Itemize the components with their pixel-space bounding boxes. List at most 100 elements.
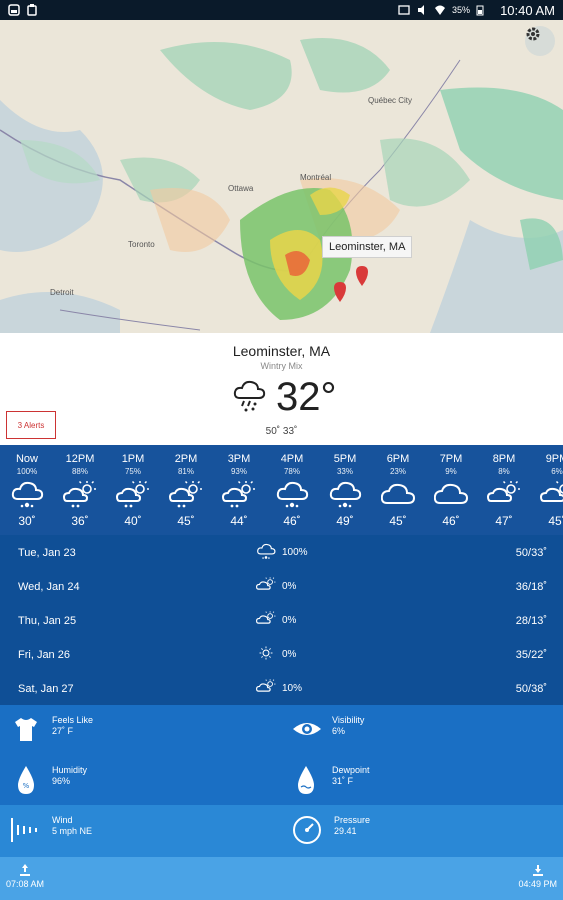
details-panel-secondary: Wind 5 mph NE Pressure 29.41 bbox=[0, 805, 563, 857]
hourly-temp: 36˚ bbox=[71, 514, 89, 528]
hourly-temp: 45˚ bbox=[548, 514, 563, 528]
settings-button[interactable] bbox=[525, 26, 555, 56]
daily-row[interactable]: Fri, Jan 26 0% 35/22˚ bbox=[0, 637, 563, 671]
hourly-temp: 47˚ bbox=[495, 514, 513, 528]
rain-cloud-icon bbox=[318, 478, 372, 510]
current-hilo: 50˚ 33˚ bbox=[265, 426, 298, 437]
hourly-forecast[interactable]: Now 100% 30˚ 12PM 88% 36˚ 1PM 75% 40˚ 2PM 81% 45˚ 3P… bbox=[0, 445, 563, 535]
hourly-temp: 46˚ bbox=[283, 514, 301, 528]
daily-row[interactable]: Sat, Jan 27 10% 50/38˚ bbox=[0, 671, 563, 705]
map-city-label: Ottawa bbox=[228, 184, 254, 193]
hourly-precip: 9% bbox=[445, 467, 457, 476]
gauge-icon bbox=[292, 815, 322, 847]
feels-like-value: 27˚ F bbox=[52, 726, 74, 736]
hourly-temp: 46˚ bbox=[442, 514, 460, 528]
svg-text:%: % bbox=[23, 782, 30, 790]
hourly-item: Now 100% 30˚ bbox=[0, 445, 54, 528]
current-temp-block: 32° bbox=[232, 375, 337, 420]
alerts-button[interactable]: 3 Alerts bbox=[6, 411, 56, 439]
map-city-label: Québec City bbox=[368, 96, 413, 105]
condition-text: Wintry Mix bbox=[260, 361, 303, 371]
humidity-drop-icon: % bbox=[16, 765, 36, 797]
pressure-value: 29.41 bbox=[334, 826, 357, 836]
sunset-item: 04:49 PM bbox=[518, 863, 557, 889]
wind-item: Wind 5 mph NE bbox=[10, 815, 92, 847]
map-city-label: Detroit bbox=[50, 288, 74, 297]
hourly-temp: 45˚ bbox=[389, 514, 407, 528]
visibility-item: Visibility 6% bbox=[292, 715, 364, 745]
hourly-item: 8PM 8% 47˚ bbox=[477, 445, 531, 528]
daily-row[interactable]: Tue, Jan 23 100% 50/33˚ bbox=[0, 535, 563, 569]
rain-cloud-icon bbox=[265, 478, 319, 510]
daily-date: Sat, Jan 27 bbox=[18, 683, 74, 695]
hourly-item: 5PM 33% 49˚ bbox=[318, 445, 372, 528]
daily-precip: 100% bbox=[282, 547, 308, 558]
wifi-icon bbox=[434, 4, 446, 16]
daily-precip: 0% bbox=[282, 649, 297, 660]
hourly-time: 8PM bbox=[492, 453, 516, 465]
hourly-time: 4PM bbox=[280, 453, 304, 465]
humidity-value: 96% bbox=[52, 776, 71, 786]
sun-times-bar: 07:08 AM 04:49 PM bbox=[0, 857, 563, 900]
partly-sunny-icon bbox=[255, 609, 276, 632]
hourly-precip: 8% bbox=[498, 467, 510, 476]
sunset-time: 04:49 PM bbox=[518, 879, 557, 889]
hourly-item: 2PM 81% 45˚ bbox=[159, 445, 213, 528]
wind-label: Wind bbox=[52, 815, 73, 825]
radar-map[interactable]: Québec City Montréal Ottawa Toronto Detr… bbox=[0, 20, 563, 333]
hourly-temp: 45˚ bbox=[177, 514, 195, 528]
daily-forecast: Tue, Jan 23 100% 50/33˚ Wed, Jan 24 0% 36/18˚… bbox=[0, 535, 563, 705]
wind-value: 5 mph NE bbox=[52, 826, 93, 836]
dewpoint-drop-icon bbox=[296, 765, 316, 797]
hourly-temp: 49˚ bbox=[336, 514, 354, 528]
notification-icon bbox=[8, 4, 20, 16]
hourly-time: 1PM bbox=[121, 453, 145, 465]
partly-sunny-icon bbox=[255, 575, 276, 598]
partly-sunny-rain-icon bbox=[212, 478, 266, 510]
feels-like-item: Feels Like 27˚ F bbox=[12, 715, 93, 745]
dewpoint-value: 31˚ F bbox=[332, 776, 354, 786]
daily-hilo: 50/38˚ bbox=[515, 683, 547, 695]
pressure-label: Pressure bbox=[334, 815, 371, 825]
daily-date: Fri, Jan 26 bbox=[18, 649, 70, 661]
dewpoint-label: Dewpoint bbox=[332, 765, 370, 775]
dewpoint-item: Dewpoint 31˚ F bbox=[296, 765, 370, 797]
daily-date: Wed, Jan 24 bbox=[18, 581, 80, 593]
hourly-item: 7PM 9% 46˚ bbox=[424, 445, 478, 528]
map-location-label[interactable]: Leominster, MA bbox=[322, 236, 413, 258]
hourly-precip: 81% bbox=[177, 467, 194, 476]
partly-sunny-icon bbox=[477, 478, 531, 510]
daily-hilo: 35/22˚ bbox=[515, 649, 547, 661]
status-bar: 35% 10:40 AM bbox=[0, 0, 563, 20]
hourly-precip: 75% bbox=[124, 467, 141, 476]
radar-map-graphic bbox=[0, 20, 563, 333]
rain-cloud-icon bbox=[0, 478, 54, 510]
battery-percent: 35% bbox=[452, 5, 471, 15]
map-city-label: Montréal bbox=[300, 173, 332, 182]
hourly-item: 9PM 6% 45˚ bbox=[530, 445, 563, 528]
eye-icon bbox=[292, 715, 322, 745]
feels-like-label: Feels Like bbox=[52, 715, 94, 725]
sunrise-item: 07:08 AM bbox=[6, 863, 44, 889]
humidity-item: % Humidity 96% bbox=[16, 765, 87, 797]
current-conditions: Leominster, MA Wintry Mix 32° 50˚ 33˚ 3 … bbox=[0, 333, 563, 445]
hourly-time: 6PM bbox=[386, 453, 410, 465]
daily-hilo: 28/13˚ bbox=[515, 615, 547, 627]
battery-icon bbox=[476, 4, 488, 16]
hourly-time: 2PM bbox=[174, 453, 198, 465]
hourly-precip: 88% bbox=[71, 467, 88, 476]
map-city-label: Toronto bbox=[128, 240, 155, 249]
cast-icon bbox=[398, 4, 410, 16]
sunrise-time: 07:08 AM bbox=[6, 879, 45, 889]
partly-sunny-rain-icon bbox=[159, 478, 213, 510]
hourly-temp: 44˚ bbox=[230, 514, 248, 528]
daily-row[interactable]: Wed, Jan 24 0% 36/18˚ bbox=[0, 569, 563, 603]
daily-hilo: 36/18˚ bbox=[515, 581, 547, 593]
daily-row[interactable]: Thu, Jan 25 0% 28/13˚ bbox=[0, 603, 563, 637]
hourly-temp: 30˚ bbox=[18, 514, 36, 528]
current-temperature: 32° bbox=[276, 375, 337, 419]
hourly-precip: 33% bbox=[336, 467, 353, 476]
sun-icon bbox=[256, 643, 276, 666]
rain-snow-cloud-icon bbox=[232, 378, 268, 417]
mute-icon bbox=[416, 4, 428, 16]
